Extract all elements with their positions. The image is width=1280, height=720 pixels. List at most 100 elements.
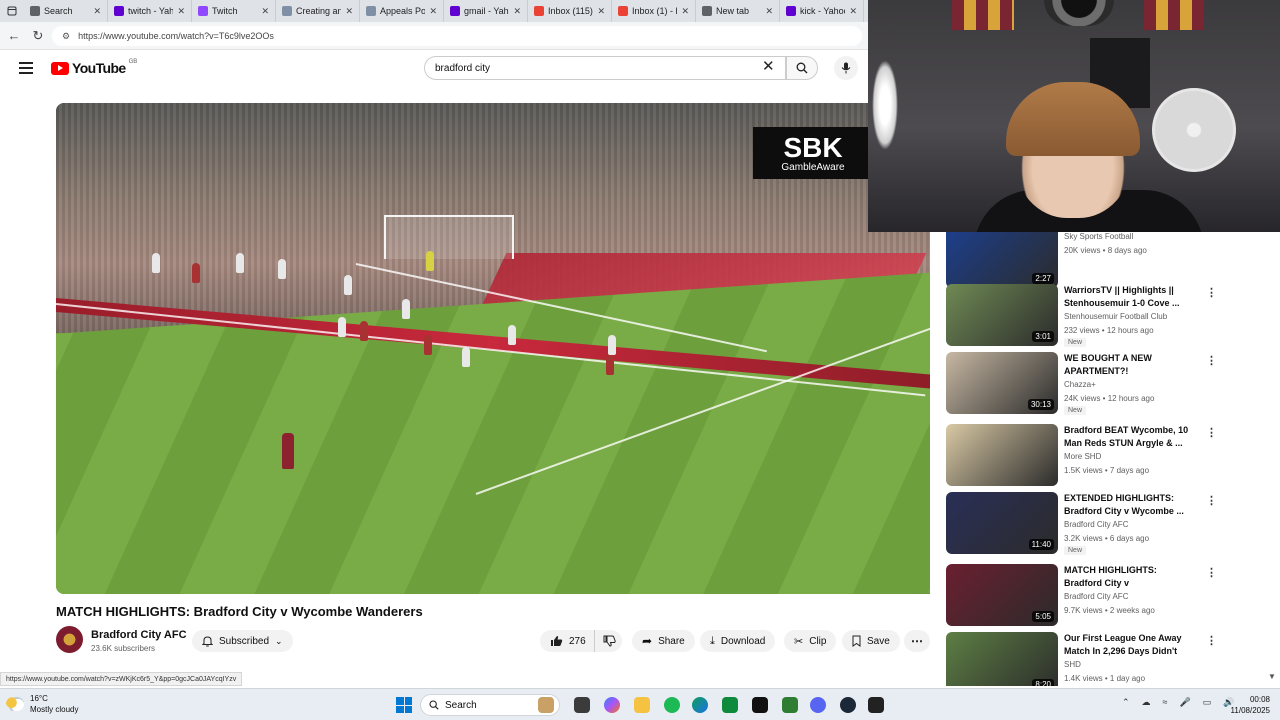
browser-tab[interactable]: kick - Yahoo ✕ <box>780 0 864 22</box>
back-icon[interactable]: ← <box>6 28 22 44</box>
wifi-icon[interactable]: ≈ <box>1163 697 1168 708</box>
more-actions-button[interactable]: ⋯ <box>904 630 930 652</box>
browser-tab[interactable]: Inbox (1) - h ✕ <box>612 0 696 22</box>
widget-icon[interactable] <box>538 697 554 713</box>
tiktok-icon[interactable] <box>752 697 768 713</box>
recommendation-item[interactable]: Bradford BEAT Wycombe, 10 Man Reds STUN … <box>946 424 1266 488</box>
close-tab-icon[interactable]: ✕ <box>177 6 185 17</box>
browser-tab[interactable]: twitch - Yah ✕ <box>108 0 192 22</box>
recommendation-title[interactable]: WE BOUGHT A NEW APARTMENT?! <box>1064 352 1192 378</box>
recommendation-title[interactable]: Bradford BEAT Wycombe, 10 Man Reds STUN … <box>1064 424 1192 450</box>
more-vertical-icon[interactable]: ⋮ <box>1206 566 1217 579</box>
task-view-icon[interactable] <box>574 697 590 713</box>
weather-widget[interactable]: 16°C Mostly cloudy <box>6 693 78 715</box>
browser-tab[interactable]: Appeals Por ✕ <box>360 0 444 22</box>
display-icon[interactable]: ▭ <box>1203 697 1212 708</box>
recommendation-item[interactable]: 5:05 MATCH HIGHLIGHTS: Bradford City v Mi… <box>946 564 1266 628</box>
video-thumbnail[interactable]: 8:20 <box>946 632 1058 686</box>
copilot-icon[interactable] <box>604 697 620 713</box>
minecraft-icon[interactable] <box>782 697 798 713</box>
channel-name[interactable]: Bradford City AFC <box>91 629 187 641</box>
app-icon[interactable] <box>722 697 738 713</box>
tab-favicon-icon <box>534 6 544 16</box>
recommendation-item[interactable]: 30:13 WE BOUGHT A NEW APARTMENT?! Chazza+ 2… <box>946 352 1266 416</box>
system-clock[interactable]: 00:08 11/08/2025 <box>1226 694 1270 716</box>
microphone-icon[interactable]: 🎤 <box>1180 697 1191 708</box>
steam-icon[interactable] <box>840 697 856 713</box>
browser-tab[interactable]: Inbox (115) ✕ <box>528 0 612 22</box>
close-tab-icon[interactable]: ✕ <box>513 6 521 17</box>
footballer <box>236 253 244 273</box>
recommendation-channel[interactable]: SHD <box>1064 660 1081 669</box>
more-vertical-icon[interactable]: ⋮ <box>1206 286 1217 299</box>
search-button[interactable] <box>786 56 818 80</box>
search-input[interactable]: bradford city <box>424 56 786 80</box>
youtube-logo[interactable]: YouTube GB <box>51 59 137 76</box>
recommendation-channel[interactable]: Sky Sports Football <box>1064 232 1133 241</box>
video-thumbnail[interactable]: 30:13 <box>946 352 1058 414</box>
close-tab-icon[interactable]: ✕ <box>261 6 269 17</box>
close-tab-icon[interactable]: ✕ <box>93 6 101 17</box>
browser-tab[interactable]: Twitch ✕ <box>192 0 276 22</box>
close-tab-icon[interactable]: ✕ <box>849 6 857 17</box>
footballer <box>508 325 516 345</box>
app-icon[interactable] <box>868 697 884 713</box>
recommendation-item[interactable]: 8:20 Our First League One Away Match In 2… <box>946 632 1266 686</box>
save-button[interactable]: Save <box>842 630 900 652</box>
recommendation-channel[interactable]: Bradford City AFC <box>1064 520 1128 529</box>
recommendation-title[interactable]: MATCH HIGHLIGHTS: Bradford City v Middle… <box>1064 564 1192 590</box>
close-tab-icon[interactable]: ✕ <box>429 6 437 17</box>
recommendation-item[interactable]: 2:27 Sky Sports Football 20K views • 8 day… <box>946 232 1266 290</box>
video-thumbnail[interactable]: 2:27 <box>946 232 1058 288</box>
browser-tab[interactable]: gmail - Yah ✕ <box>444 0 528 22</box>
tab-actions-icon[interactable] <box>0 0 24 22</box>
more-vertical-icon[interactable]: ⋮ <box>1206 354 1217 367</box>
video-thumbnail[interactable]: 3:01 <box>946 284 1058 346</box>
close-tab-icon[interactable]: ✕ <box>681 6 689 17</box>
windows-start-icon[interactable] <box>396 697 412 713</box>
recommendation-item[interactable]: 11:40 EXTENDED HIGHLIGHTS: Bradford City … <box>946 492 1266 556</box>
close-tab-icon[interactable]: ✕ <box>765 6 773 17</box>
voice-search-button[interactable] <box>834 56 858 80</box>
cloud-icon[interactable]: ☁ <box>1142 697 1151 708</box>
download-button[interactable]: ⤓ Download <box>700 630 776 652</box>
recommendation-title[interactable]: WarriorsTV || Highlights || Stenhousemui… <box>1064 284 1192 310</box>
spotify-icon[interactable] <box>664 697 680 713</box>
screen: Search ✕ twitch - Yah ✕ Twitch ✕ Creating an ✕ A… <box>0 0 1280 720</box>
recommendation-title[interactable]: Our First League One Away Match In 2,296… <box>1064 632 1192 658</box>
recommendation-channel[interactable]: Bradford City AFC <box>1064 592 1128 601</box>
browser-tab[interactable]: Creating an ✕ <box>276 0 360 22</box>
taskbar-search-label: Search <box>445 699 477 711</box>
discord-icon[interactable] <box>810 697 826 713</box>
more-vertical-icon[interactable]: ⋮ <box>1206 634 1217 647</box>
video-thumbnail[interactable]: 11:40 <box>946 492 1058 554</box>
subscribed-button[interactable]: Subscribed ⌄ <box>192 630 293 652</box>
more-vertical-icon[interactable]: ⋮ <box>1206 426 1217 439</box>
close-tab-icon[interactable]: ✕ <box>597 6 605 17</box>
clip-button[interactable]: ✂ Clip <box>784 630 837 652</box>
file-explorer-icon[interactable] <box>634 697 650 713</box>
video-player[interactable]: SBK GambleAware <box>56 103 930 594</box>
video-thumbnail[interactable]: 5:05 <box>946 564 1058 626</box>
chevron-up-icon[interactable]: ⌃ <box>1122 697 1130 708</box>
recommendation-channel[interactable]: Chazza+ <box>1064 380 1096 389</box>
channel-avatar[interactable] <box>56 626 83 653</box>
address-bar[interactable]: ⚙ https://www.youtube.com/watch?v=T6c9lv… <box>52 26 862 46</box>
video-thumbnail[interactable] <box>946 424 1058 486</box>
scroll-down-icon[interactable]: ▼ <box>1268 672 1276 681</box>
recommendation-item[interactable]: 3:01 WarriorsTV || Highlights || Stenhous… <box>946 284 1266 348</box>
share-button[interactable]: ➦ Share <box>632 630 695 652</box>
recommendation-channel[interactable]: Stenhousemuir Football Club <box>1064 312 1167 321</box>
browser-tab[interactable]: New tab ✕ <box>696 0 780 22</box>
more-vertical-icon[interactable]: ⋮ <box>1206 494 1217 507</box>
browser-tab[interactable]: Search ✕ <box>24 0 108 22</box>
close-tab-icon[interactable]: ✕ <box>345 6 353 17</box>
site-info-icon[interactable]: ⚙ <box>62 31 70 42</box>
edge-icon[interactable] <box>692 697 708 713</box>
recommendation-channel[interactable]: More SHD <box>1064 452 1101 461</box>
recommendation-title[interactable]: EXTENDED HIGHLIGHTS: Bradford City v Wyc… <box>1064 492 1192 518</box>
dislike-button[interactable] <box>594 630 624 652</box>
clear-search-icon[interactable]: ✕ <box>762 59 775 74</box>
refresh-icon[interactable]: ↻ <box>30 28 46 44</box>
menu-icon[interactable] <box>19 62 33 74</box>
